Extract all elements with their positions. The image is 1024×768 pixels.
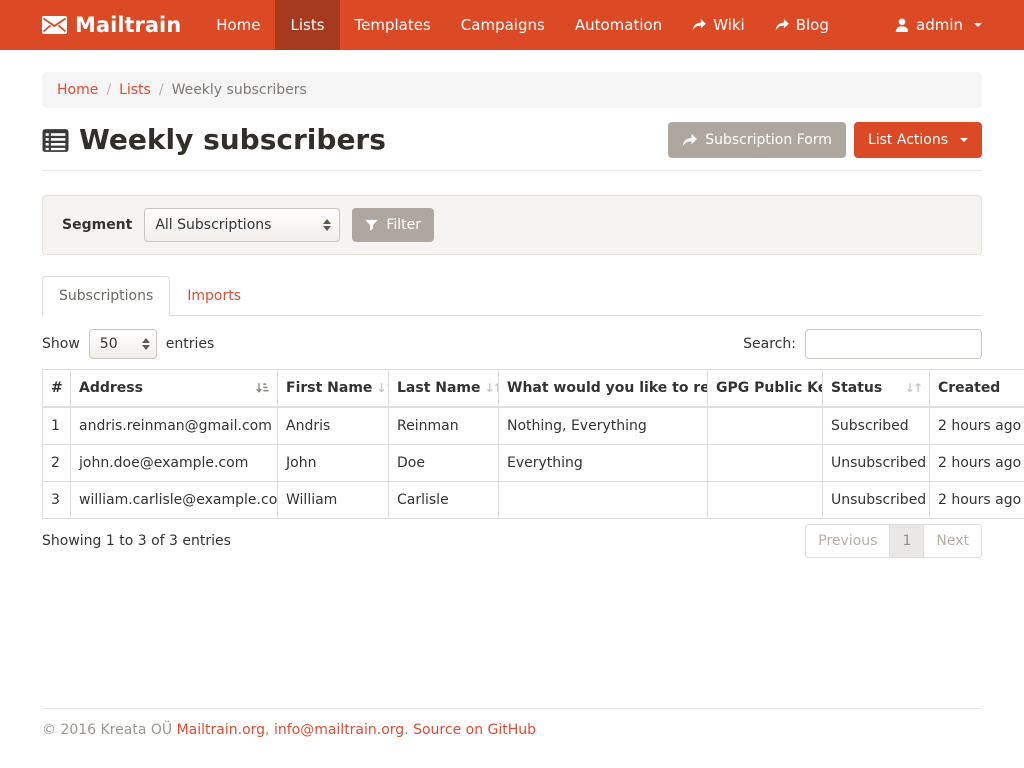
table-cell: Unsubscribed xyxy=(823,445,930,482)
chevron-down-icon xyxy=(974,23,982,27)
subscription-form-button[interactable]: Subscription Form xyxy=(668,122,846,158)
table-cell: Unsubscribed xyxy=(823,482,930,519)
nav-item-home[interactable]: Home xyxy=(201,0,275,50)
table-cell: Subscribed xyxy=(823,407,930,445)
nav-item-templates[interactable]: Templates xyxy=(340,0,446,50)
breadcrumb-lists[interactable]: Lists xyxy=(119,82,151,98)
sort-both-icon: ↓↑ xyxy=(905,378,921,398)
navbar: Mailtrain Home Lists Templates Campaigns… xyxy=(0,0,1024,50)
breadcrumb-separator: / xyxy=(159,80,164,100)
nav-item-blog[interactable]: Blog xyxy=(760,0,844,50)
table-cell: john.doe@example.com xyxy=(71,445,278,482)
column-header-index: # xyxy=(43,370,71,408)
column-header-status[interactable]: Status ↓↑ xyxy=(823,370,930,408)
sort-both-icon: ↓↑ xyxy=(485,378,499,398)
page-header: Weekly subscribers Subscription Form Lis… xyxy=(42,120,982,171)
footer-link-mailtrain[interactable]: Mailtrain.org xyxy=(177,722,265,738)
list-alt-icon xyxy=(42,128,69,153)
table-cell: william.carlisle@example.com xyxy=(71,482,278,519)
table-cell: 2 xyxy=(43,445,71,482)
nav-item-campaigns[interactable]: Campaigns xyxy=(446,0,560,50)
sort-ascending-icon xyxy=(256,382,269,394)
funnel-icon xyxy=(365,219,378,232)
footer-copyright: © 2016 Kreata OÜ xyxy=(42,722,172,738)
table-cell: Reinman xyxy=(389,407,499,445)
pagination-page-1[interactable]: 1 xyxy=(889,524,924,558)
list-actions-button[interactable]: List Actions xyxy=(854,122,982,158)
breadcrumb-separator: / xyxy=(106,80,111,100)
column-header-last-name[interactable]: Last Name ↓↑ xyxy=(389,370,499,408)
brand-link[interactable]: Mailtrain xyxy=(42,0,201,50)
table-cell: 1 xyxy=(43,407,71,445)
column-header-gpg-key: GPG Public Key xyxy=(708,370,823,408)
table-controls: Show 50 entries Search: xyxy=(42,329,982,359)
table-row[interactable]: 1 andris.reinman@gmail.com Andris Reinma… xyxy=(43,407,1024,445)
table-cell: andris.reinman@gmail.com xyxy=(71,407,278,445)
sort-both-icon: ↓↑ xyxy=(376,378,388,398)
column-header-created: Created xyxy=(930,370,1024,408)
table-cell: 2 hours ago xyxy=(930,482,1024,519)
external-link-icon xyxy=(692,19,706,31)
select-arrows-icon xyxy=(142,338,150,350)
nav-item-automation[interactable]: Automation xyxy=(560,0,677,50)
segment-panel: Segment All Subscriptions Filter xyxy=(42,195,982,255)
table-cell: John xyxy=(278,445,389,482)
user-menu[interactable]: admin xyxy=(895,0,982,50)
external-link-icon xyxy=(775,19,789,31)
segment-select[interactable]: All Subscriptions xyxy=(144,208,340,242)
breadcrumb-home[interactable]: Home xyxy=(57,82,98,98)
results-info: Showing 1 to 3 of 3 entries xyxy=(42,533,231,549)
subscribers-table: # Address First Name ↓↑ xyxy=(42,369,1024,519)
brand-label: Mailtrain xyxy=(75,13,181,37)
table-cell: 2 hours ago xyxy=(930,445,1024,482)
table-cell: Andris xyxy=(278,407,389,445)
user-icon xyxy=(895,18,909,32)
nav-item-wiki[interactable]: Wiki xyxy=(677,0,760,50)
page-length-select[interactable]: 50 xyxy=(89,329,157,359)
footer: © 2016 Kreata OÜ Mailtrain.org, info@mai… xyxy=(42,708,982,738)
breadcrumb: Home / Lists / Weekly subscribers xyxy=(42,72,982,108)
filter-button[interactable]: Filter xyxy=(352,208,434,242)
footer-separator: . xyxy=(404,722,413,738)
table-cell: Nothing, Everything xyxy=(499,407,708,445)
table-row[interactable]: 3 william.carlisle@example.com William C… xyxy=(43,482,1024,519)
column-header-address[interactable]: Address xyxy=(71,370,278,408)
page-title: Weekly subscribers xyxy=(42,120,386,160)
pagination: Previous 1 Next xyxy=(805,524,982,558)
table-cell xyxy=(708,482,823,519)
column-header-first-name[interactable]: First Name ↓↑ xyxy=(278,370,389,408)
table-cell: Carlisle xyxy=(389,482,499,519)
show-label: Show xyxy=(42,336,80,352)
table-cell xyxy=(708,445,823,482)
table-cell: Doe xyxy=(389,445,499,482)
footer-separator: , xyxy=(265,722,274,738)
footer-link-email[interactable]: info@mailtrain.org xyxy=(274,722,404,738)
pagination-next[interactable]: Next xyxy=(923,524,982,558)
search-label: Search: xyxy=(743,336,796,352)
nav-item-lists[interactable]: Lists xyxy=(275,0,339,50)
select-arrows-icon xyxy=(323,219,331,231)
share-arrow-icon xyxy=(682,134,697,147)
table-cell: 3 xyxy=(43,482,71,519)
table-cell xyxy=(499,482,708,519)
breadcrumb-current: Weekly subscribers xyxy=(172,80,307,100)
chevron-down-icon xyxy=(960,138,968,142)
envelope-logo-icon xyxy=(42,16,67,34)
table-cell xyxy=(708,407,823,445)
tab-imports[interactable]: Imports xyxy=(170,276,258,316)
table-cell: 2 hours ago xyxy=(930,407,1024,445)
table-cell: Everything xyxy=(499,445,708,482)
table-row[interactable]: 2 john.doe@example.com John Doe Everythi… xyxy=(43,445,1024,482)
table-cell: William xyxy=(278,482,389,519)
column-header-read-preference: What would you like to read? xyxy=(499,370,708,408)
footer-link-github[interactable]: Source on GitHub xyxy=(413,722,536,738)
entries-label: entries xyxy=(166,336,215,352)
tab-bar: Subscriptions Imports xyxy=(42,276,982,316)
segment-label: Segment xyxy=(62,217,132,233)
pagination-previous[interactable]: Previous xyxy=(805,524,890,558)
user-name: admin xyxy=(916,16,963,34)
search-input[interactable] xyxy=(805,329,982,359)
tab-subscriptions[interactable]: Subscriptions xyxy=(42,276,170,316)
